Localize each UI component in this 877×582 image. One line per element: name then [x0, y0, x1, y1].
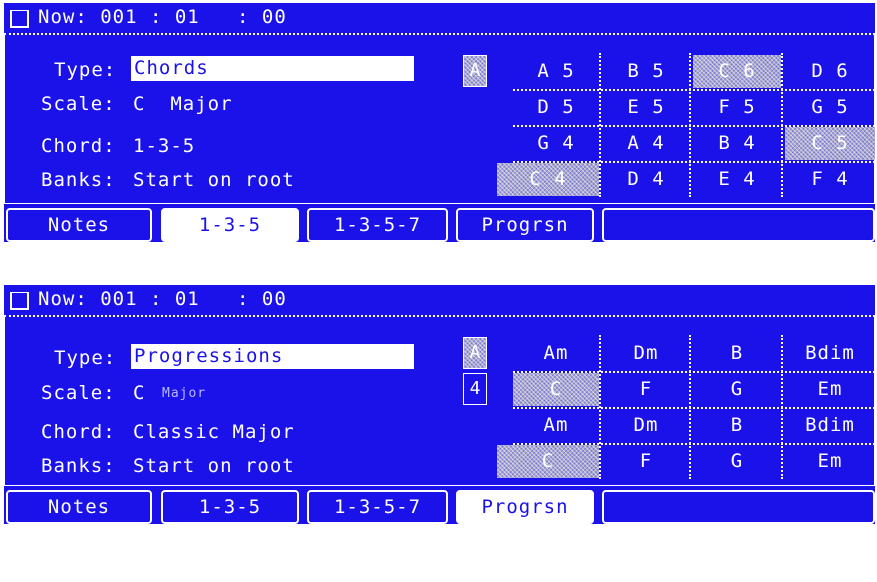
pad-cell[interactable]: B 5 — [603, 55, 689, 88]
pad-cell-highlighted[interactable]: C 6 — [693, 55, 781, 88]
chord-mode-screen-chords: Now: 001 : 01 : 00 Type: Chords Scale: C… — [4, 3, 875, 266]
type-field[interactable]: Chords — [131, 56, 414, 81]
pad-cell-highlighted[interactable]: C — [513, 373, 599, 406]
pad-cell[interactable]: Am — [513, 409, 599, 442]
progressions-button[interactable]: Progrsn — [456, 208, 594, 242]
triad-1-3-5-button[interactable]: 1-3-5 — [161, 490, 299, 524]
grid-divider — [513, 89, 875, 91]
banks-field[interactable]: Start on root — [133, 169, 295, 191]
pad-cell[interactable]: G 5 — [785, 91, 875, 124]
octave-down-button[interactable]: Octave- — [679, 526, 766, 548]
pad-cell[interactable]: F — [603, 445, 689, 478]
pad-cell[interactable]: Dm — [603, 409, 689, 442]
status-bar: Now: 001 : 01 : 00 — [4, 285, 875, 317]
progressions-button[interactable]: Progrsn — [456, 490, 594, 524]
checkbox-icon[interactable] — [10, 10, 29, 28]
banks-label: Banks: — [41, 455, 116, 477]
scale-mode-dimmed: Major — [162, 386, 207, 401]
banks-field[interactable]: Start on root — [133, 455, 295, 477]
pad-cell-highlighted[interactable]: C — [497, 445, 599, 478]
pad-cell[interactable]: G — [693, 373, 781, 406]
checkbox-icon[interactable] — [10, 292, 29, 310]
grid-divider — [513, 161, 875, 163]
pad-cell[interactable]: F — [603, 373, 689, 406]
chord-label: Chord: — [41, 421, 116, 443]
soft-button-row: Notes 1-3-5 1-3-5-7 Progrsn Octave- Octav… — [4, 488, 875, 548]
pad-cell[interactable]: D 4 — [603, 163, 689, 196]
now-position: Now: 001 : 01 : 00 — [38, 288, 287, 310]
scale-label: Scale: — [41, 382, 116, 404]
pad-cell[interactable]: Em — [785, 373, 875, 406]
pad-cell[interactable]: B — [693, 337, 781, 370]
status-bar: Now: 001 : 01 : 00 — [4, 3, 875, 35]
seventh-1-3-5-7-button[interactable]: 1-3-5-7 — [307, 208, 448, 242]
pad-cell[interactable]: B 4 — [693, 127, 781, 160]
grid-divider — [513, 125, 875, 127]
notes-button[interactable]: Notes — [6, 490, 152, 524]
pad-grid: Am Dm B Bdim C F G Em Am Dm B Bdim C F G… — [497, 335, 875, 479]
pad-cell[interactable]: E 4 — [693, 163, 781, 196]
pad-cell[interactable]: E 5 — [603, 91, 689, 124]
octave-up-button[interactable]: Octave+ — [788, 244, 875, 266]
pad-cell[interactable]: D 5 — [513, 91, 599, 124]
pad-cell-highlighted[interactable]: C 4 — [497, 163, 599, 196]
pad-cell[interactable]: F 4 — [785, 163, 875, 196]
bank-a-indicator: A — [463, 337, 487, 369]
soft-button-row: Notes 1-3-5 1-3-5-7 Progrsn Octave- Octav… — [4, 206, 875, 266]
divider — [775, 528, 778, 547]
pad-cell[interactable]: F 5 — [693, 91, 781, 124]
chord-label: Chord: — [41, 135, 116, 157]
scale-label: Scale: — [41, 93, 116, 115]
pad-cell[interactable]: D 6 — [785, 55, 875, 88]
pad-cell[interactable]: G — [693, 445, 781, 478]
divider — [775, 246, 778, 265]
pad-cell[interactable]: A 4 — [603, 127, 689, 160]
chord-mode-screen-progressions: Now: 001 : 01 : 00 Type: Progressions Sc… — [4, 285, 875, 548]
octave-buttons: Octave- Octave+ — [602, 490, 875, 548]
chord-field[interactable]: 1-3-5 — [133, 135, 195, 157]
type-label: Type: — [54, 347, 117, 369]
octave-up-button[interactable]: Octave+ — [788, 526, 875, 548]
pad-cell[interactable]: G 4 — [513, 127, 599, 160]
triad-1-3-5-button[interactable]: 1-3-5 — [161, 208, 299, 242]
grid-divider — [513, 407, 875, 409]
pad-cell[interactable]: Bdim — [785, 337, 875, 370]
banks-label: Banks: — [41, 169, 116, 191]
grid-divider — [513, 371, 875, 373]
octave-down-button[interactable]: Octave- — [679, 244, 766, 266]
grid-divider — [513, 443, 875, 445]
pad-cell[interactable]: Am — [513, 337, 599, 370]
bank-a-indicator: A — [463, 55, 487, 87]
seventh-1-3-5-7-button[interactable]: 1-3-5-7 — [307, 490, 448, 524]
pad-cell[interactable]: Dm — [603, 337, 689, 370]
pad-cell[interactable]: B — [693, 409, 781, 442]
pad-grid: A 5 B 5 C 6 D 6 D 5 E 5 F 5 G 5 G 4 A 4 … — [497, 53, 875, 197]
octave-buttons: Octave- Octave+ — [602, 208, 875, 266]
scale-field[interactable]: C — [133, 382, 145, 404]
bank-number-indicator: 4 — [463, 373, 487, 405]
notes-button[interactable]: Notes — [6, 208, 152, 242]
pad-cell[interactable]: Bdim — [785, 409, 875, 442]
pad-cell[interactable]: A 5 — [513, 55, 599, 88]
scale-field[interactable]: C Major — [133, 93, 233, 115]
type-label: Type: — [54, 59, 117, 81]
pad-cell[interactable]: Em — [785, 445, 875, 478]
now-position: Now: 001 : 01 : 00 — [38, 6, 287, 28]
chord-field[interactable]: Classic Major — [133, 421, 295, 443]
pad-cell-highlighted[interactable]: C 5 — [785, 127, 875, 160]
type-field[interactable]: Progressions — [131, 344, 414, 369]
